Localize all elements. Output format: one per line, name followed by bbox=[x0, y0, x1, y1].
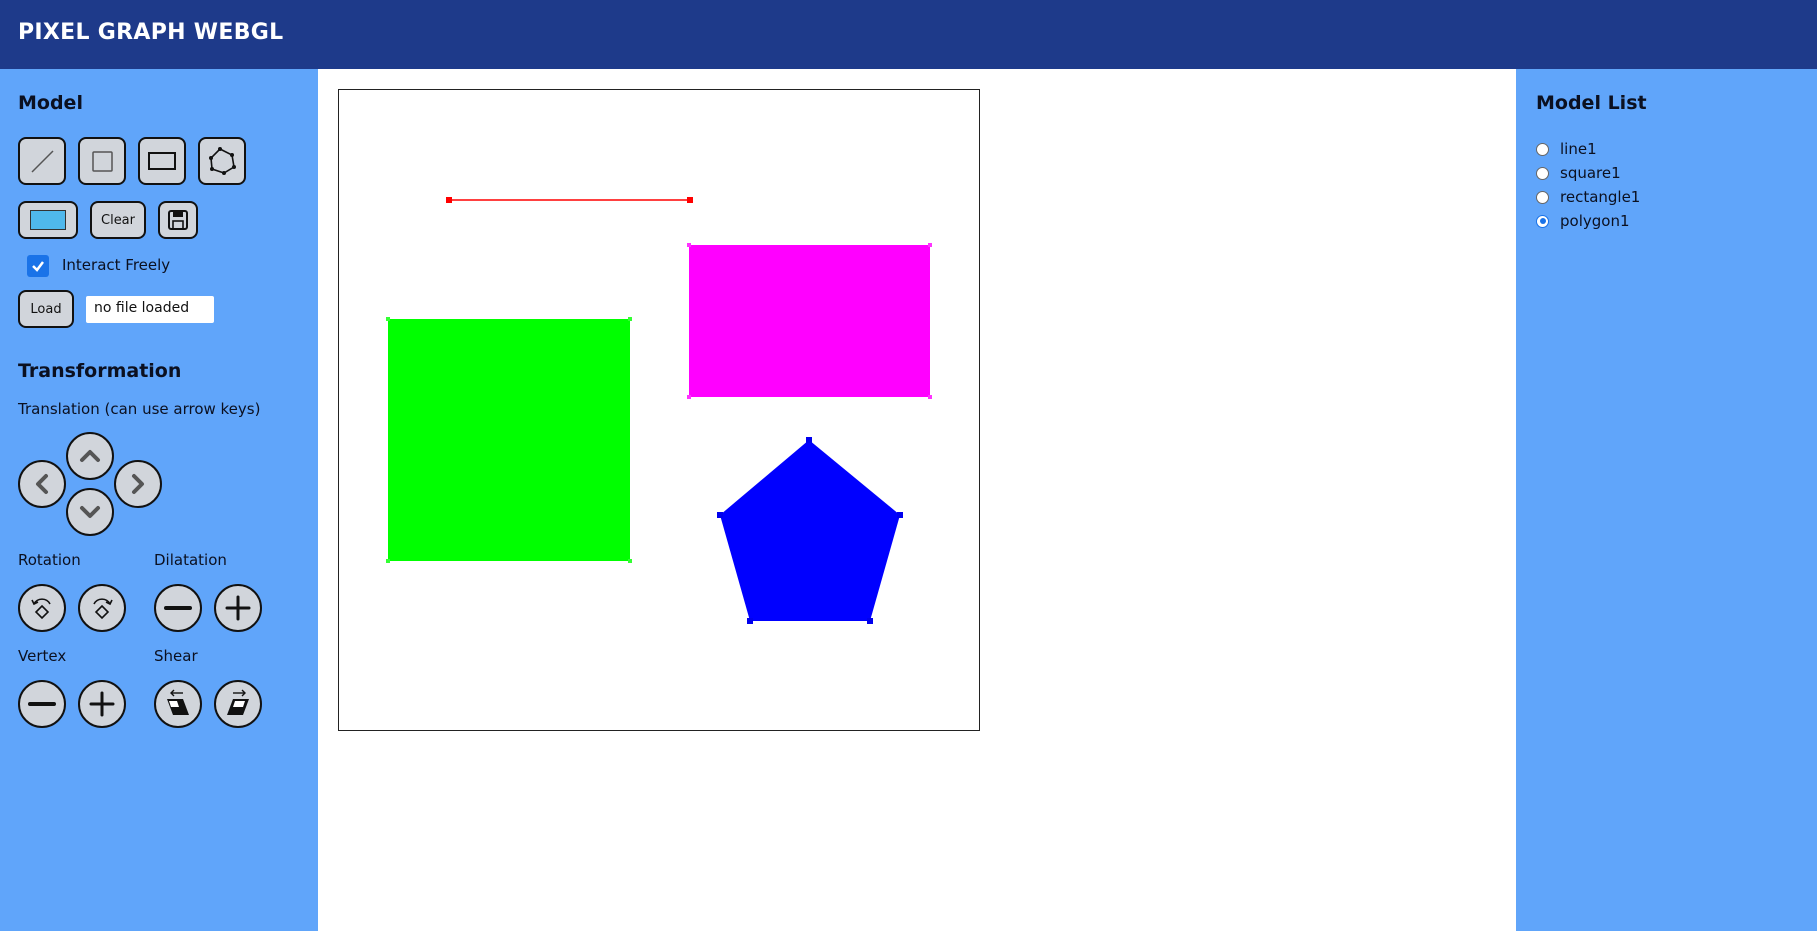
rotate-right-icon bbox=[93, 598, 113, 620]
transformation-heading: Transformation bbox=[18, 360, 182, 382]
chevron-left-icon bbox=[36, 474, 48, 494]
model-heading: Model bbox=[18, 92, 83, 114]
interact-freely-label: Interact Freely bbox=[62, 256, 171, 274]
square-tool-button[interactable] bbox=[78, 137, 126, 185]
line-icon bbox=[31, 150, 54, 173]
shear-left-icon bbox=[167, 689, 189, 715]
translate-left-button[interactable] bbox=[18, 460, 66, 508]
vertex-remove-button[interactable] bbox=[18, 680, 66, 728]
canvas-svg[interactable] bbox=[339, 90, 979, 730]
shape-square1[interactable] bbox=[386, 317, 632, 563]
model-list-item-label: line1 bbox=[1560, 140, 1597, 158]
vertex-add-button[interactable] bbox=[78, 680, 126, 728]
model-list-item-line1[interactable]: line1 bbox=[1536, 140, 1597, 158]
model-list-item-polygon1[interactable]: polygon1 bbox=[1536, 212, 1630, 230]
vertex-label: Vertex bbox=[18, 647, 67, 665]
polygon-tool-button[interactable] bbox=[198, 137, 246, 185]
check-icon bbox=[32, 261, 44, 272]
minus-icon bbox=[164, 606, 192, 610]
save-button[interactable] bbox=[158, 201, 198, 239]
file-status-field[interactable]: no file loaded bbox=[86, 296, 214, 323]
dilatation-label: Dilatation bbox=[154, 551, 227, 569]
line-tool-button[interactable] bbox=[18, 137, 66, 185]
save-icon bbox=[168, 210, 188, 230]
rotate-left-icon bbox=[31, 598, 51, 620]
polygon-icon bbox=[209, 147, 236, 175]
shear-right-icon bbox=[227, 689, 249, 715]
model-list-item-rectangle1[interactable]: rectangle1 bbox=[1536, 188, 1640, 206]
translate-down-button[interactable] bbox=[66, 488, 114, 536]
shape-rectangle1[interactable] bbox=[687, 243, 932, 399]
shape-line1[interactable] bbox=[446, 197, 693, 203]
chevron-down-icon bbox=[80, 506, 100, 518]
model-list-item-square1[interactable]: square1 bbox=[1536, 164, 1621, 182]
app-header: PIXEL GRAPH WEBGL bbox=[0, 0, 1817, 69]
plus-icon bbox=[89, 691, 115, 717]
shear-label: Shear bbox=[154, 647, 198, 665]
radio-rectangle1[interactable] bbox=[1536, 190, 1549, 204]
radio-square1[interactable] bbox=[1536, 166, 1549, 180]
chevron-up-icon bbox=[80, 450, 100, 462]
rectangle-icon bbox=[148, 152, 176, 170]
model-list-item-label: polygon1 bbox=[1560, 212, 1630, 230]
minus-icon bbox=[28, 702, 56, 706]
drawing-canvas[interactable] bbox=[338, 89, 980, 731]
chevron-right-icon bbox=[132, 474, 144, 494]
radio-polygon1[interactable] bbox=[1536, 214, 1549, 228]
model-list-heading: Model List bbox=[1536, 92, 1647, 114]
shear-left-button[interactable] bbox=[154, 680, 202, 728]
dilatation-decrease-button[interactable] bbox=[154, 584, 202, 632]
clear-button[interactable]: Clear bbox=[90, 201, 146, 239]
rotate-right-button[interactable] bbox=[78, 584, 126, 632]
app-title: PIXEL GRAPH WEBGL bbox=[18, 20, 284, 45]
load-button[interactable]: Load bbox=[18, 290, 74, 328]
square-icon bbox=[92, 151, 113, 172]
plus-icon bbox=[225, 595, 251, 621]
translate-right-button[interactable] bbox=[114, 460, 162, 508]
translation-label: Translation (can use arrow keys) bbox=[18, 400, 261, 418]
dilatation-increase-button[interactable] bbox=[214, 584, 262, 632]
translate-up-button[interactable] bbox=[66, 432, 114, 480]
model-list-item-label: rectangle1 bbox=[1560, 188, 1641, 206]
shear-right-button[interactable] bbox=[214, 680, 262, 728]
rectangle-tool-button[interactable] bbox=[138, 137, 186, 185]
shape-polygon1[interactable] bbox=[717, 437, 903, 624]
color-picker-button[interactable] bbox=[18, 201, 78, 239]
rotate-left-button[interactable] bbox=[18, 584, 66, 632]
interact-freely-checkbox[interactable] bbox=[27, 255, 49, 277]
model-list-item-label: square1 bbox=[1560, 164, 1621, 182]
color-swatch bbox=[30, 210, 66, 230]
rotation-label: Rotation bbox=[18, 551, 81, 569]
radio-line1[interactable] bbox=[1536, 142, 1549, 156]
